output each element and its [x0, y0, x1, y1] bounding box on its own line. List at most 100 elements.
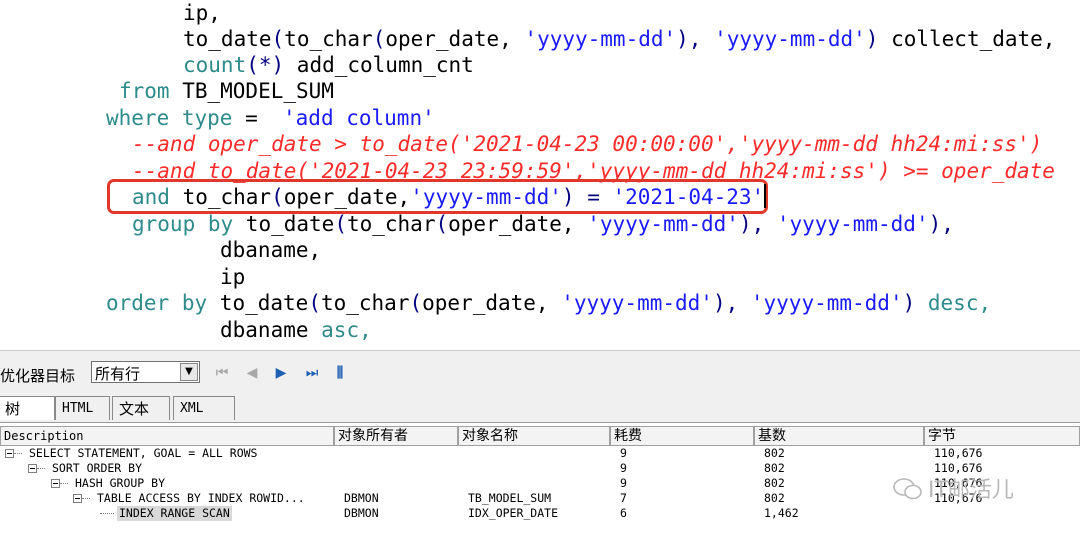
code-line: count(*) add_column_cnt — [183, 52, 474, 78]
code-token: TB_MODEL_SUM — [182, 79, 334, 103]
code-token: asc, — [321, 318, 372, 342]
column-header-cardinality[interactable]: 基数 — [754, 426, 924, 446]
code-line: ip, — [183, 0, 221, 26]
columns-config-icon[interactable]: ⫼ — [330, 363, 350, 383]
cell-cardinality: 802 — [764, 446, 785, 460]
cell-cardinality: 802 — [764, 461, 785, 475]
tab-text[interactable]: 文本 — [112, 396, 170, 420]
tree-connector — [100, 513, 114, 514]
code-token: 'yyyy-mm-dd' — [587, 212, 739, 236]
code-token: ), — [712, 291, 751, 315]
code-token: --and oper_date > to_date('2021-04-23 00… — [132, 132, 1043, 156]
next-icon[interactable]: ▶ — [271, 363, 291, 383]
code-token: add_column_cnt — [296, 53, 474, 77]
code-line: ip — [220, 264, 245, 290]
code-token: where — [106, 106, 182, 130]
cell-description: INDEX RANGE SCAN — [117, 506, 232, 521]
code-token: ( — [372, 27, 386, 51]
code-token: dbaname, — [220, 238, 322, 262]
column-header-bytes[interactable]: 字节 — [924, 426, 1080, 446]
cell-cost: 7 — [620, 491, 627, 505]
code-token: 'yyyy-mm-dd' — [714, 27, 866, 51]
collapse-icon[interactable] — [73, 494, 82, 503]
code-line: order by to_date(to_char(oper_date, 'yyy… — [106, 290, 991, 316]
output-tabs: 树 HTML 文本 XML — [0, 394, 1080, 423]
code-token: oper_date, — [385, 27, 525, 51]
code-token: to_date — [183, 27, 272, 51]
tree-connector — [60, 483, 68, 484]
code-token: ), — [738, 212, 777, 236]
tree-connector — [14, 453, 22, 454]
cell-cost: 9 — [620, 476, 627, 490]
first-icon[interactable]: ⏮ — [212, 363, 232, 383]
cell-cost: 9 — [620, 446, 627, 460]
dropdown-arrow-icon[interactable]: ▼ — [180, 363, 198, 381]
code-line: dbaname, — [220, 237, 321, 263]
code-token: ( — [409, 291, 423, 315]
code-token: ip, — [183, 1, 221, 25]
tree-connector — [82, 498, 90, 499]
cell-cost: 6 — [620, 506, 627, 520]
optimizer-goal-value: 所有行 — [95, 365, 141, 383]
code-token: to_date — [245, 212, 335, 236]
code-token: order by — [106, 291, 220, 315]
column-header-cost[interactable]: 耗费 — [610, 426, 754, 446]
code-token: oper_date, — [448, 212, 588, 236]
collapse-icon[interactable] — [28, 464, 37, 473]
cell-cardinality: 1,462 — [764, 506, 799, 520]
cell-owner: DBMON — [344, 491, 379, 505]
cell-bytes: 110,676 — [934, 446, 983, 460]
cell-object-name: IDX_OPER_DATE — [468, 506, 559, 520]
code-token: to_char — [320, 291, 410, 315]
tab-tree[interactable]: 树 — [0, 396, 55, 420]
code-line: where type = 'add column' — [106, 105, 435, 131]
collapse-icon[interactable] — [51, 479, 60, 488]
sql-editor[interactable]: ip, to_date(to_char(oper_date, 'yyyy-mm-… — [0, 0, 1080, 348]
code-token: group by — [132, 212, 246, 236]
optimizer-goal-label: 优化器目标 — [0, 367, 76, 385]
text-cursor — [764, 184, 766, 208]
code-token: to_char — [284, 27, 373, 51]
code-token: (*) — [246, 53, 297, 77]
previous-icon[interactable]: ◀ — [242, 363, 262, 383]
wechat-icon — [893, 478, 922, 500]
code-token: collect_date, — [891, 27, 1056, 51]
tab-xml[interactable]: XML — [173, 396, 235, 420]
optimizer-goal-select[interactable]: 所有行 ▼ — [91, 361, 200, 383]
column-header-description[interactable]: Description — [0, 426, 334, 446]
code-line: to_date(to_char(oper_date, 'yyyy-mm-dd')… — [183, 26, 1055, 52]
cell-cost: 9 — [620, 461, 627, 475]
code-token: to_char — [346, 212, 436, 236]
code-token: 'yyyy-mm-dd' — [776, 212, 929, 236]
column-header-object-name[interactable]: 对象名称 — [458, 426, 610, 446]
cell-owner: DBMON — [344, 506, 379, 520]
code-token: 'yyyy-mm-dd' — [561, 291, 713, 315]
code-token: dbaname — [220, 318, 322, 342]
code-line: dbaname asc, — [220, 317, 372, 343]
code-token: ( — [435, 212, 449, 236]
column-header-owner[interactable]: 对象所有者 — [334, 426, 458, 446]
tree-connector — [37, 468, 45, 469]
code-token: type — [181, 106, 233, 130]
code-token: = — [232, 106, 284, 130]
code-line-comment: --and oper_date > to_date('2021-04-23 00… — [132, 131, 1042, 157]
cell-description: SORT ORDER BY — [52, 461, 143, 475]
code-token: count — [183, 53, 247, 77]
watermark-text: IT邮活儿 — [928, 478, 1014, 503]
code-token: 'yyyy-mm-dd' — [524, 27, 677, 51]
cell-cardinality: 802 — [764, 476, 785, 490]
code-token: from — [119, 79, 183, 103]
code-token: 'yyyy-mm-dd' — [750, 291, 903, 315]
tab-html[interactable]: HTML — [55, 396, 110, 420]
code-line: group by to_date(to_char(oper_date, 'yyy… — [132, 211, 954, 237]
code-token: ip — [220, 265, 246, 289]
code-token: ( — [334, 212, 347, 236]
collapse-icon[interactable] — [5, 449, 14, 458]
explain-plan-toolbar: 优化器目标 所有行 ▼ ⏮ ◀ ▶ ⏭ ⫼ — [0, 350, 1080, 395]
code-token: desc, — [927, 291, 992, 315]
code-token: to_date — [219, 291, 309, 315]
code-token: ( — [271, 27, 285, 51]
code-token: ), — [928, 212, 954, 236]
code-token: ( — [308, 291, 321, 315]
last-icon[interactable]: ⏭ — [302, 363, 322, 383]
